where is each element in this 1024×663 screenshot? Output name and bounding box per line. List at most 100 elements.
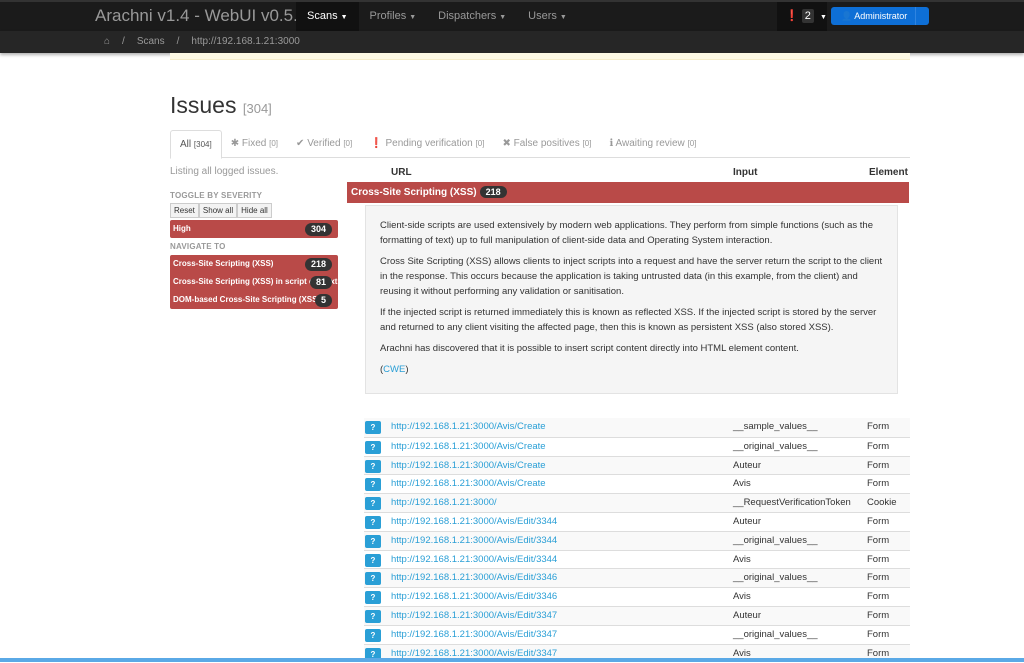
navigate-heading: NAVIGATE TO <box>170 242 226 251</box>
tab-fixed[interactable]: ✱ Fixed [0] <box>222 130 287 157</box>
issue-url[interactable]: http://192.168.1.21:3000/Avis/Edit/3344 <box>391 551 557 569</box>
home-icon[interactable]: ⌂ <box>104 36 110 47</box>
question-icon[interactable]: ? <box>365 572 381 586</box>
nav-count: 81 <box>309 276 332 289</box>
issue-element: Form <box>867 591 890 603</box>
user-dropdown-toggle[interactable] <box>915 7 929 25</box>
issue-input: __original_values__ <box>733 534 818 546</box>
issue-rows: ? http://192.168.1.21:3000/Avis/Create __s… <box>364 418 910 663</box>
table-row[interactable]: ? http://192.168.1.21:3000/Avis/Edit/3344… <box>364 530 910 550</box>
question-icon[interactable]: ? <box>365 591 381 605</box>
nav-label: DOM-based Cross-Site Scripting (XSS) <box>173 295 321 304</box>
severity-high-toggle[interactable]: High 304 <box>170 220 338 238</box>
question-icon[interactable]: ? <box>365 459 381 473</box>
table-row[interactable]: ? http://192.168.1.21:3000/Avis/Edit/3344… <box>364 549 910 569</box>
question-icon[interactable]: ? <box>365 628 381 642</box>
question-icon[interactable]: ? <box>365 497 381 511</box>
menu-users[interactable]: Users ▼ <box>517 2 578 31</box>
cwe-link[interactable]: CWE <box>383 364 405 375</box>
tab-all[interactable]: All [304] <box>170 130 222 159</box>
caret-down-icon: ▼ <box>409 14 417 21</box>
info-circle-icon: ℹ <box>609 138 614 149</box>
question-icon[interactable]: ? <box>365 515 381 529</box>
notifications-dropdown[interactable]: ❗ 2 ▼ <box>777 2 827 31</box>
question-icon[interactable]: ? <box>365 534 381 548</box>
header-input: Input <box>733 167 758 178</box>
table-row[interactable]: ? http://192.168.1.21:3000/Avis/Create __s… <box>364 418 910 437</box>
table-row[interactable]: ? http://192.168.1.21:3000/Avis/Edit/3347… <box>364 624 910 644</box>
breadcrumb-scans[interactable]: Scans <box>137 36 165 47</box>
issue-url[interactable]: http://192.168.1.21:3000/Avis/Edit/3344 <box>391 513 557 531</box>
issue-input: Auteur <box>733 459 761 471</box>
table-row[interactable]: ? http://192.168.1.21:3000/Avis/Edit/3347… <box>364 605 910 625</box>
menu-scans[interactable]: Scans ▼ <box>296 2 359 31</box>
issue-input: __original_values__ <box>733 440 818 452</box>
tab-verified[interactable]: ✔ Verified [0] <box>287 130 361 157</box>
breadcrumb-scan[interactable]: http://192.168.1.21:3000 <box>191 36 299 47</box>
nav-count: 5 <box>314 294 332 307</box>
issue-url[interactable]: http://192.168.1.21:3000/Avis/Edit/3346 <box>391 588 557 606</box>
user-name: Administrator <box>854 11 908 21</box>
table-header: URL Input Element <box>347 164 909 182</box>
brand[interactable]: Arachni v1.4 - WebUI v0.5.10 <box>95 6 317 26</box>
table-row[interactable]: ? http://192.168.1.21:3000/ __RequestVerif… <box>364 493 910 512</box>
table-row[interactable]: ? http://192.168.1.21:3000/Avis/Create __o… <box>364 436 910 456</box>
issue-url[interactable]: http://192.168.1.21:3000/Avis/Edit/3344 <box>391 532 557 550</box>
tab-count: [304] <box>193 140 212 149</box>
nav-item[interactable]: Cross-Site Scripting (XSS) in script con… <box>170 273 338 291</box>
issue-url[interactable]: http://192.168.1.21:3000/Avis/Edit/3347 <box>391 626 557 644</box>
issue-element: Form <box>867 609 890 621</box>
question-icon[interactable]: ? <box>365 421 381 434</box>
times-icon: ✖ <box>502 138 511 149</box>
description-paragraph: Arachni has discovered that it is possib… <box>380 343 799 354</box>
tab-count: [0] <box>582 139 592 148</box>
tab-pending-verification[interactable]: ❗ Pending verification [0] <box>361 130 493 157</box>
menu-dispatchers[interactable]: Dispatchers ▼ <box>427 2 517 31</box>
hide-all-button[interactable]: Hide all <box>237 203 272 218</box>
issue-url[interactable]: http://192.168.1.21:3000/Avis/Edit/3347 <box>391 607 557 625</box>
table-row[interactable]: ? http://192.168.1.21:3000/Avis/Edit/3344… <box>364 511 910 531</box>
table-row[interactable]: ? http://192.168.1.21:3000/Avis/Edit/3346… <box>364 587 910 606</box>
tab-count: [0] <box>269 139 279 148</box>
issue-element: Form <box>867 553 890 565</box>
question-icon[interactable]: ? <box>365 553 381 567</box>
menu-label: Users <box>528 10 557 22</box>
tab-count: [0] <box>687 139 697 148</box>
issue-url[interactable]: http://192.168.1.21:3000/Avis/Edit/3346 <box>391 569 557 587</box>
nav-item[interactable]: Cross-Site Scripting (XSS) 218 <box>170 255 338 273</box>
alert-strip <box>170 53 910 60</box>
title-count: [304] <box>242 101 272 116</box>
issue-input: Auteur <box>733 609 761 621</box>
question-icon[interactable]: ? <box>365 609 381 623</box>
nav-item[interactable]: DOM-based Cross-Site Scripting (XSS) 5 <box>170 291 338 309</box>
page-title: Issues [304] <box>170 92 272 119</box>
issue-input: Avis <box>733 553 751 565</box>
question-icon[interactable]: ? <box>365 440 381 454</box>
tab-label: False positives <box>513 138 580 149</box>
menu-label: Scans <box>307 10 338 22</box>
question-icon[interactable]: ? <box>365 478 381 492</box>
show-all-button[interactable]: Show all <box>198 203 238 218</box>
issue-url[interactable]: http://192.168.1.21:3000/Avis/Create <box>391 475 546 493</box>
navbar: Arachni v1.4 - WebUI v0.5.10 Scans ▼ Prof… <box>0 0 1024 31</box>
user-button[interactable]: 👤 Administrator <box>831 7 929 25</box>
issue-url[interactable]: http://192.168.1.21:3000/Avis/Create <box>391 457 546 475</box>
tab-awaiting-review[interactable]: ℹ Awaiting review [0] <box>600 130 705 157</box>
issue-url[interactable]: http://192.168.1.21:3000/Avis/Create <box>391 438 546 456</box>
tab-false-positives[interactable]: ✖ False positives [0] <box>493 130 600 157</box>
reset-button[interactable]: Reset <box>170 203 199 218</box>
issue-input: __sample_values__ <box>733 421 818 432</box>
issue-category-header[interactable]: Cross-Site Scripting (XSS) 218 <box>347 182 909 203</box>
table-row[interactable]: ? http://192.168.1.21:3000/Avis/Edit/3346… <box>364 568 910 588</box>
issue-input: Avis <box>733 478 751 490</box>
sidebar-lead: Listing all logged issues. <box>170 166 279 177</box>
issue-url[interactable]: http://192.168.1.21:3000/Avis/Create <box>391 418 546 436</box>
tab-count: [0] <box>343 139 353 148</box>
category-label: Cross-Site Scripting (XSS) <box>351 187 477 198</box>
menu-profiles[interactable]: Profiles ▼ <box>359 2 428 31</box>
tab-label: Pending verification <box>385 138 473 149</box>
issue-url[interactable]: http://192.168.1.21:3000/ <box>391 494 497 512</box>
table-row[interactable]: ? http://192.168.1.21:3000/Avis/Create Avi… <box>364 474 910 493</box>
description-paragraph: Client-side scripts are used extensively… <box>380 220 873 246</box>
table-row[interactable]: ? http://192.168.1.21:3000/Avis/Create Aut… <box>364 455 910 475</box>
